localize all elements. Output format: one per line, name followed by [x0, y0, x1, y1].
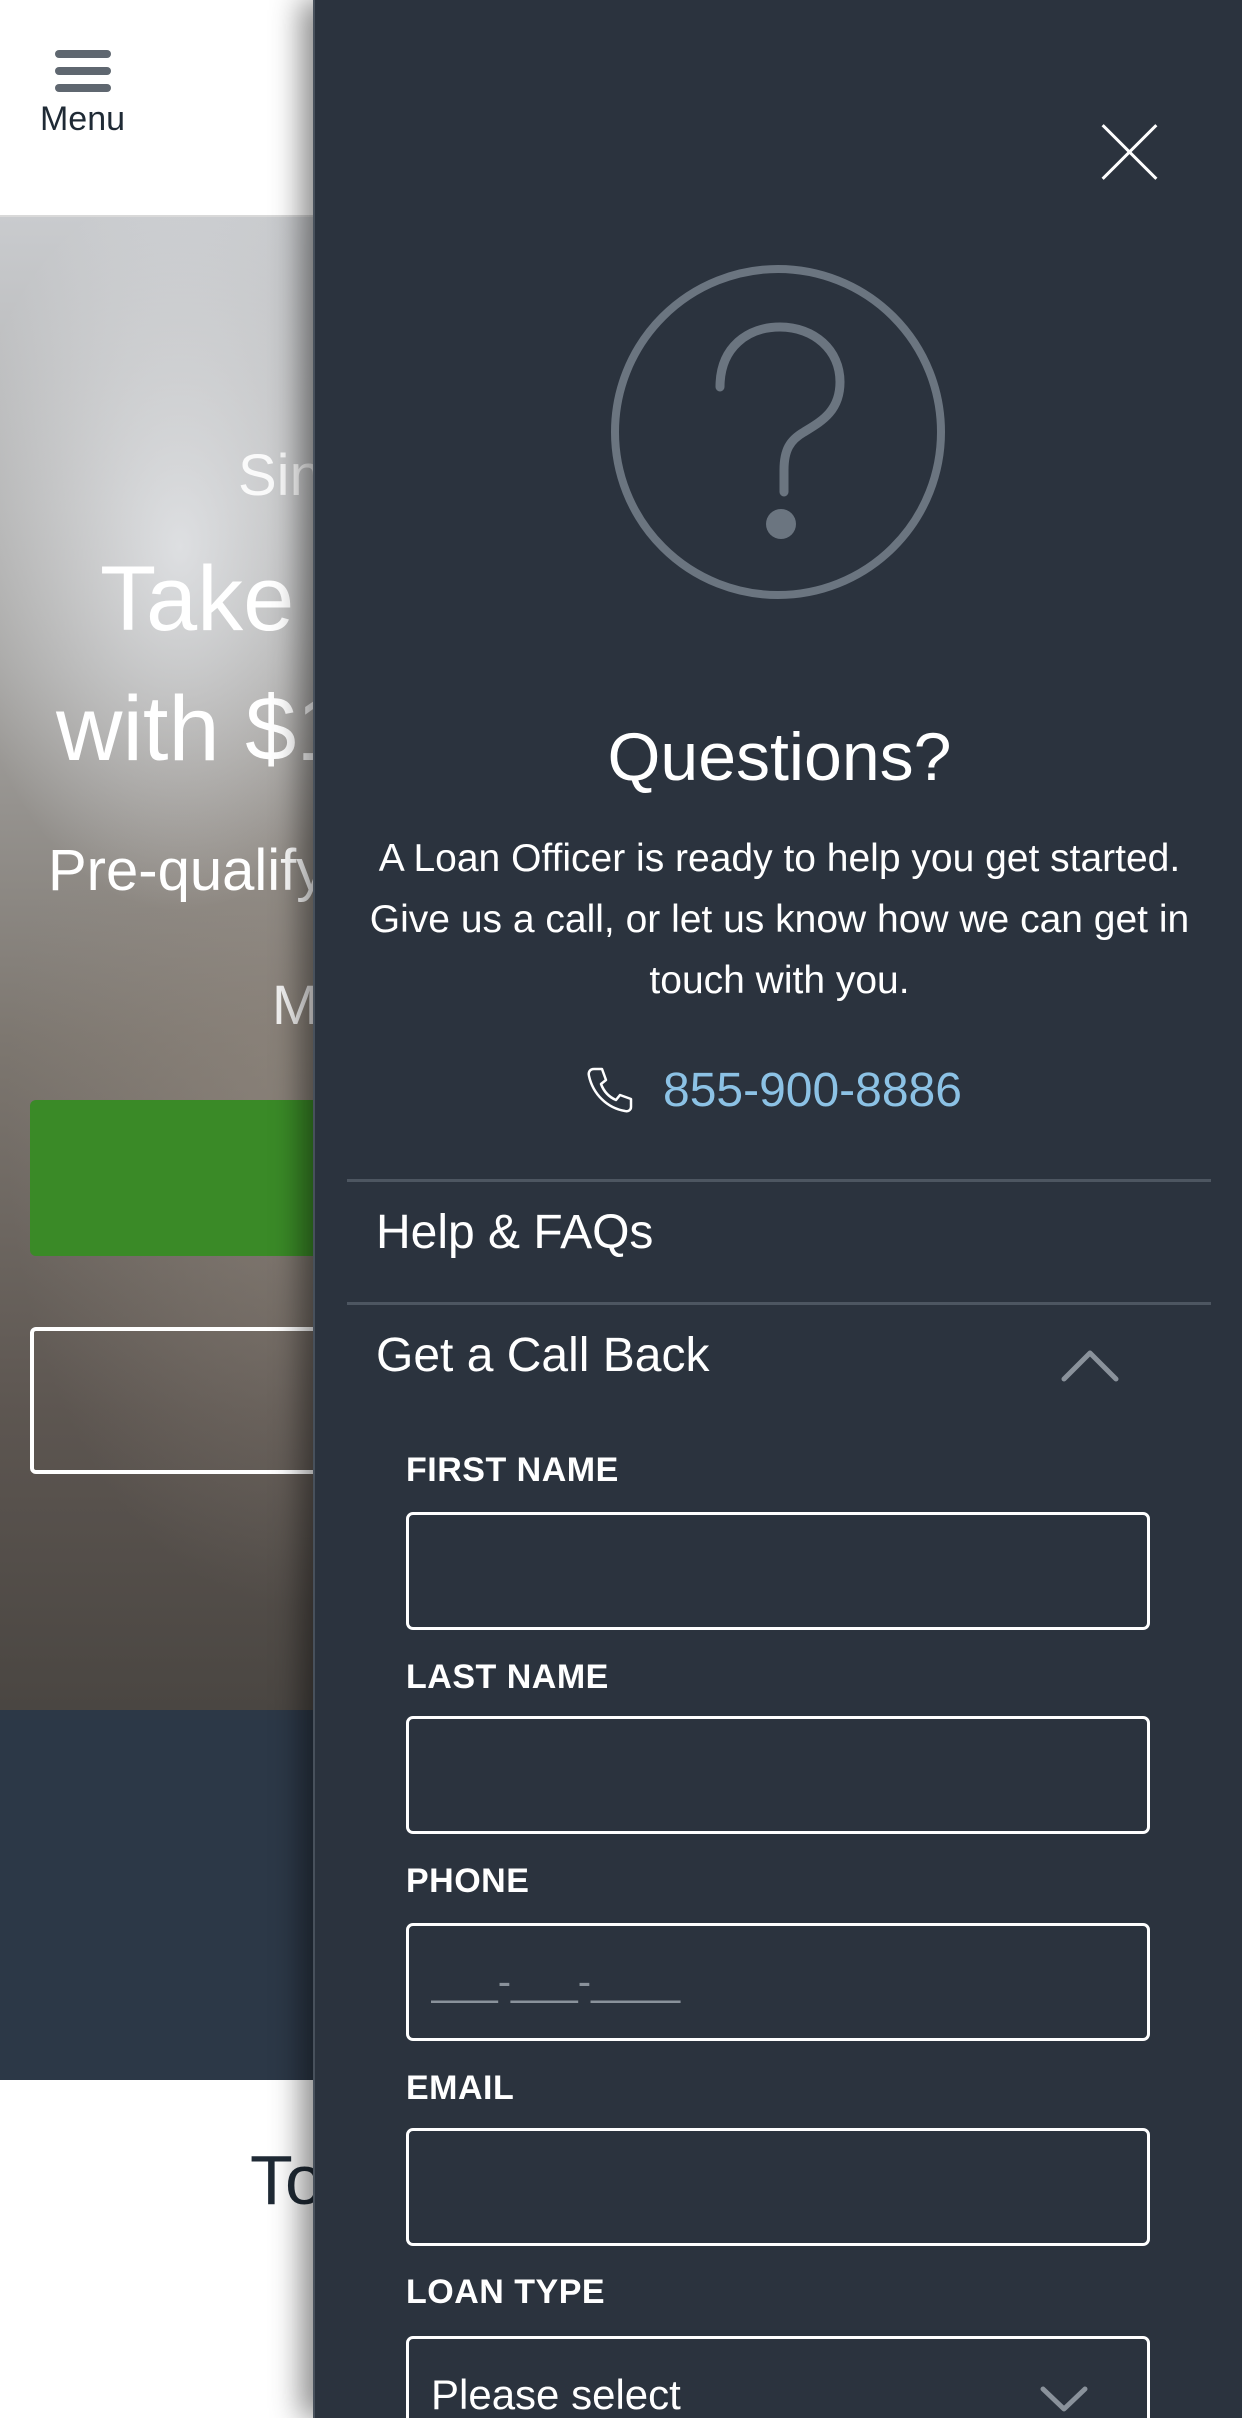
last-name-label: LAST NAME — [406, 1658, 609, 1696]
divider — [347, 1179, 1211, 1182]
hamburger-icon — [54, 50, 111, 92]
question-circle-icon — [611, 265, 945, 599]
first-name-label: FIRST NAME — [406, 1451, 619, 1489]
email-field[interactable] — [406, 2128, 1150, 2246]
get-call-back-toggle[interactable]: Get a Call Back — [376, 1328, 709, 1383]
chevron-up-icon[interactable] — [1060, 1345, 1120, 1385]
first-name-field[interactable] — [406, 1512, 1150, 1630]
menu-label: Menu — [39, 100, 126, 138]
menu-button[interactable]: Menu — [30, 44, 135, 154]
phone-number: 855-900-8886 — [663, 1063, 962, 1117]
hero-subtitle: Pre-qualify — [48, 838, 326, 903]
drawer-description: A Loan Officer is ready to help you get … — [369, 837, 1190, 1002]
hero-eyebrow: Sin — [238, 443, 322, 508]
hero-small-text: M — [272, 973, 319, 1036]
close-icon[interactable] — [1095, 118, 1165, 188]
loan-type-value: Please select — [431, 2371, 681, 2418]
email-label: EMAIL — [406, 2069, 515, 2107]
hero-title-line2: with $1 — [56, 678, 348, 780]
help-faqs-link[interactable]: Help & FAQs — [376, 1205, 653, 1260]
phone-link[interactable]: 855-900-8886 — [585, 1060, 962, 1120]
last-name-field[interactable] — [406, 1716, 1150, 1834]
phone-field[interactable] — [406, 1923, 1150, 2041]
drawer-title: Questions? — [607, 719, 952, 795]
phone-icon — [587, 1067, 633, 1113]
divider — [347, 1302, 1211, 1305]
loan-type-select[interactable]: Please select — [406, 2336, 1150, 2418]
phone-label: PHONE — [406, 1862, 530, 1900]
loan-type-label: LOAN TYPE — [406, 2273, 606, 2311]
help-drawer: Questions? A Loan Officer is ready to he… — [313, 0, 1242, 2418]
chevron-down-icon — [1040, 2386, 1088, 2412]
